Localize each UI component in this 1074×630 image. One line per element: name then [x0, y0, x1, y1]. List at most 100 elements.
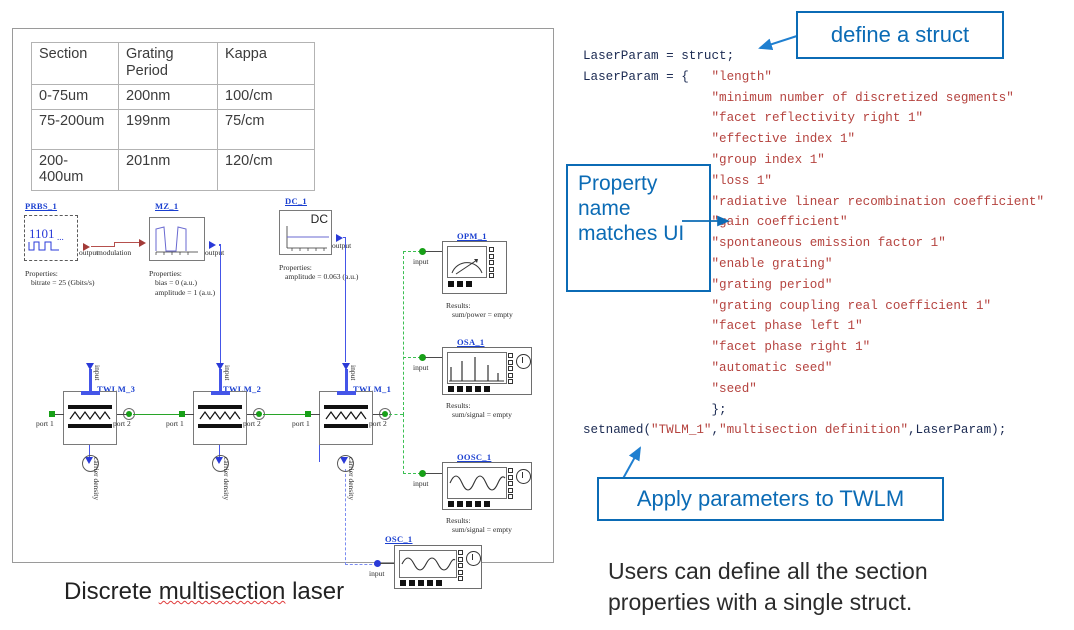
dc-output-port-label: output: [332, 241, 352, 250]
twlm3-block[interactable]: [63, 391, 117, 445]
twlm3-port2-label: port 2: [113, 419, 131, 428]
opm-gauge-icon: [451, 259, 483, 275]
wire-osc-input: [380, 563, 394, 564]
mz-amplitude: amplitude = 1 (a.u.): [155, 287, 216, 297]
oosc-waveform-screen: [447, 467, 507, 499]
code-property-12: "facet phase left 1": [711, 319, 863, 334]
wire-osc-horizontal: [345, 564, 377, 565]
osa-side-buttons[interactable]: [508, 353, 513, 384]
wire-dc-corner: [343, 237, 346, 239]
oosc-side-buttons[interactable]: [508, 468, 513, 499]
oosc-instrument[interactable]: [442, 462, 532, 510]
cell-section: 0-75um: [31, 84, 119, 110]
mz-input-arrow-icon: [139, 239, 146, 247]
osc-side-buttons[interactable]: [458, 550, 463, 581]
mz-block[interactable]: [149, 217, 205, 261]
table-header-row: Section Grating Period Kappa: [31, 42, 315, 85]
dc-block[interactable]: DC: [279, 210, 332, 255]
osc-button-row[interactable]: [400, 580, 442, 586]
wire-twlm1-port2: [373, 414, 383, 415]
twlm3-laser-icon: [68, 405, 112, 428]
wire-twlm3-port1: [55, 414, 64, 415]
cell-section: 75-200um: [31, 108, 119, 150]
opm-instrument[interactable]: [442, 241, 507, 294]
twlm1-carrier-stub: [319, 445, 321, 462]
code-line-1: LaserParam = struct;: [583, 49, 735, 63]
twlm2-laser-icon: [198, 405, 242, 428]
wire-dc-twlm1: [345, 237, 347, 362]
twlm2-port1-label: port 1: [166, 419, 184, 428]
prbs-properties: Properties: bitrate = 25 (Gbits/s): [25, 269, 95, 288]
code-property-4: "group index 1": [711, 152, 825, 167]
osa-spectrum-screen: [447, 352, 507, 384]
code-property-6: "radiative linear recombination coeffici…: [711, 194, 1045, 209]
right-caption-line1: Users can define all the section: [608, 558, 928, 584]
property-match-arrow-icon: [682, 215, 730, 227]
mz-properties-title: Properties:: [149, 269, 182, 278]
prbs-output-port-label: output: [79, 248, 99, 257]
wire-split-down: [403, 414, 404, 474]
code-property-9: "enable grating": [711, 256, 833, 271]
code-property-8: "spontaneous emission factor 1": [711, 236, 946, 251]
twlm3-input-bar: [81, 391, 100, 395]
cell-grating-period: 199nm: [118, 108, 218, 150]
osa-results: Results: sum/signal = empty: [446, 401, 512, 420]
prbs-block[interactable]: 1101 ...: [24, 215, 78, 261]
wire-twlm1-port1: [311, 414, 320, 415]
column-header-section: Section: [31, 42, 119, 85]
column-header-kappa: Kappa: [217, 42, 315, 85]
opm-side-buttons[interactable]: [489, 247, 494, 278]
osc-instrument[interactable]: [394, 545, 482, 589]
dc-screen-text: DC: [310, 212, 328, 226]
twlm2-input-bar: [211, 391, 230, 395]
table-row: 0-75um 200nm 100/cm: [31, 84, 315, 110]
osc-input-label: input: [369, 569, 385, 578]
oosc-sine-icon: [449, 475, 506, 491]
osc-knob-icon[interactable]: [466, 551, 481, 566]
cell-kappa: 100/cm: [217, 84, 315, 110]
wire-split-h: [389, 414, 403, 415]
opm-button-row[interactable]: [448, 281, 472, 287]
dc-properties-title: Properties:: [279, 263, 312, 272]
osa-button-row[interactable]: [448, 386, 490, 392]
left-caption: Discrete multisection laser: [64, 578, 344, 606]
twlm2-carrier-label: carrier density: [222, 457, 231, 501]
osa-block-label: OSA_1: [457, 337, 485, 347]
oosc-results: Results: sum/signal = empty: [446, 516, 512, 535]
left-caption-prefix: Discrete: [64, 578, 159, 605]
oosc-input-label: input: [413, 479, 429, 488]
code-property-14: "automatic seed": [711, 360, 833, 375]
mz-block-label: MZ_1: [155, 201, 179, 211]
cell-kappa: 120/cm: [217, 148, 315, 192]
wire-twlm2-port2: [247, 414, 257, 415]
code-property-2: "facet reflectivity right 1": [711, 111, 924, 126]
twlm3-input-port-label: input: [93, 365, 102, 381]
osc-block-label: OSC_1: [385, 534, 413, 544]
prbs-block-label: PRBS_1: [25, 201, 58, 211]
callout-define-struct: define a struct: [796, 11, 1004, 59]
code-setnamed-prefix: setnamed(: [583, 423, 652, 438]
wire-split-up: [403, 251, 404, 415]
code-property-1: "minimum number of discretized segments": [711, 90, 1014, 105]
osa-instrument[interactable]: [442, 347, 532, 395]
twlm3-port1-label: port 1: [36, 419, 54, 428]
opm-results-title: Results:: [446, 301, 471, 310]
code-property-11: "grating coupling real coefficient 1": [711, 298, 992, 313]
column-header-grating-period: Grating Period: [118, 42, 218, 85]
right-caption: Users can define all the section propert…: [608, 556, 928, 618]
section-parameters-table: Section Grating Period Kappa 0-75um 200n…: [31, 42, 315, 192]
oosc-button-row[interactable]: [448, 501, 490, 507]
opm-results-value: sum/power = empty: [452, 310, 513, 320]
osa-knob-icon[interactable]: [516, 354, 531, 369]
mz-bias: bias = 0 (a.u.): [155, 278, 198, 288]
code-line-2-prefix: LaserParam = {: [583, 69, 712, 84]
dc-level-icon: [286, 226, 329, 251]
circuit-diagram-panel: Section Grating Period Kappa 0-75um 200n…: [12, 28, 554, 589]
oosc-knob-icon[interactable]: [516, 469, 531, 484]
left-caption-misspelled: multisection: [158, 578, 286, 605]
prbs-properties-title: Properties:: [25, 269, 58, 278]
code-setnamed-comma: ,: [711, 423, 720, 438]
twlm2-block[interactable]: [193, 391, 247, 445]
cell-grating-period: 200nm: [118, 84, 218, 110]
twlm1-block[interactable]: [319, 391, 373, 445]
